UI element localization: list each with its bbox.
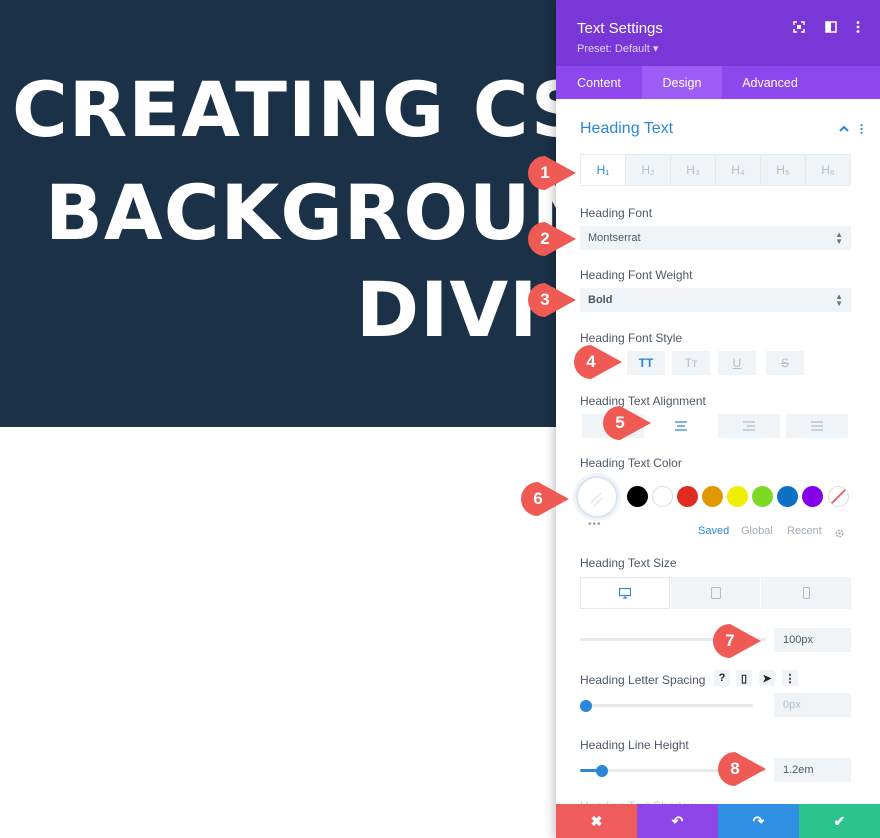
hero-heading-line-1: CREATING CSS <box>12 65 639 154</box>
heading-level-h1[interactable]: H₁ <box>581 155 626 185</box>
line-height-slider-handle[interactable] <box>596 765 608 777</box>
capitalize-button[interactable]: Tт <box>672 351 710 375</box>
more-colors-icon[interactable]: ••• <box>588 519 602 530</box>
color-tab-saved[interactable]: Saved <box>698 525 729 537</box>
heading-level-h2[interactable]: H₂ <box>626 155 671 185</box>
align-justify-button[interactable] <box>786 414 848 438</box>
heading-font-style-label: Heading Font Style <box>580 331 683 345</box>
responsive-icon[interactable]: ▯ <box>736 670 752 686</box>
preset-dropdown[interactable]: Preset: Default ▾ <box>577 42 658 55</box>
device-phone-button[interactable] <box>761 577 851 609</box>
screen: CREATING CSS BACKGROUND DIVI Text Settin… <box>0 0 880 838</box>
letter-spacing-input[interactable]: 0px <box>774 693 851 717</box>
color-swatch-yellow[interactable] <box>727 486 748 507</box>
section-more-icon[interactable] <box>860 123 863 137</box>
color-swatch-green[interactable] <box>752 486 773 507</box>
device-desktop-button[interactable] <box>580 577 670 609</box>
heading-level-h5[interactable]: H₅ <box>761 155 806 185</box>
strikethrough-button[interactable]: S <box>766 351 804 375</box>
color-tab-recent[interactable]: Recent <box>787 525 822 537</box>
hero-heading-line-3: DIVI <box>356 265 539 354</box>
line-height-input[interactable]: 1.2em <box>774 758 851 782</box>
hover-cursor-icon[interactable]: ➤ <box>759 670 775 686</box>
gear-icon[interactable] <box>834 526 845 544</box>
callout-marker-7: 7 <box>713 624 761 658</box>
color-swatch-purple[interactable] <box>802 486 823 507</box>
phone-icon <box>802 587 810 599</box>
option-more-icon[interactable]: ⋮ <box>782 670 798 686</box>
section-title[interactable]: Heading Text <box>580 120 673 138</box>
align-right-icon <box>743 421 755 431</box>
panel-footer: ✖ ↶ ↷ ✔ <box>556 804 880 838</box>
align-center-button[interactable] <box>650 414 712 438</box>
split-view-icon[interactable] <box>823 19 839 35</box>
color-tab-global[interactable]: Global <box>741 525 773 537</box>
more-vertical-icon[interactable] <box>850 19 866 35</box>
callout-marker-4: 4 <box>574 345 622 379</box>
select-arrows-icon: ▲ ▼ <box>835 230 843 246</box>
heading-text-color-label: Heading Text Color <box>580 456 682 470</box>
color-swatch-black[interactable] <box>627 486 648 507</box>
heading-font-weight-select[interactable]: Bold ▲ ▼ <box>580 288 851 312</box>
callout-marker-8: 8 <box>718 752 766 786</box>
undo-button[interactable]: ↶ <box>637 804 718 838</box>
letter-spacing-slider-handle[interactable] <box>580 700 592 712</box>
heading-text-size-label: Heading Text Size <box>580 556 677 570</box>
no-color-icon <box>830 488 847 505</box>
eyedropper-icon <box>590 492 603 507</box>
save-button[interactable]: ✔ <box>799 804 880 838</box>
uppercase-button[interactable]: TT <box>627 351 665 375</box>
help-icon[interactable]: ? <box>714 670 730 686</box>
callout-marker-5: 5 <box>603 406 651 440</box>
align-center-icon <box>675 421 687 431</box>
text-size-input[interactable]: 100px <box>774 628 851 652</box>
panel-title: Text Settings <box>577 20 663 37</box>
heading-letter-spacing-label: Heading Letter Spacing <box>580 673 706 687</box>
tab-content[interactable]: Content <box>556 66 642 99</box>
chevron-up-icon[interactable] <box>839 122 849 136</box>
heading-level-tabs: H₁ H₂ H₃ H₄ H₅ H₆ <box>580 154 851 186</box>
fullscreen-icon[interactable] <box>791 19 807 35</box>
color-swatch-red[interactable] <box>677 486 698 507</box>
device-tablet-button[interactable] <box>671 577 760 609</box>
heading-font-label: Heading Font <box>580 206 653 220</box>
heading-font-weight-value: Bold <box>588 294 613 306</box>
color-swatch-none[interactable] <box>828 486 849 507</box>
select-arrows-icon: ▲ ▼ <box>835 292 843 308</box>
tablet-icon <box>710 587 721 599</box>
tab-design[interactable]: Design <box>642 66 722 99</box>
callout-marker-2: 2 <box>528 222 576 256</box>
panel-header: Text Settings Preset: Default ▾ <box>556 0 880 66</box>
callout-marker-3: 3 <box>528 283 576 317</box>
color-swatch-orange[interactable] <box>702 486 723 507</box>
heading-font-select[interactable]: Montserrat ▲ ▼ <box>580 226 851 250</box>
letter-spacing-slider[interactable] <box>580 704 753 707</box>
current-color-picker[interactable] <box>576 476 618 518</box>
align-justify-icon <box>811 421 823 431</box>
callout-marker-6: 6 <box>521 482 569 516</box>
redo-button[interactable]: ↷ <box>718 804 799 838</box>
tab-advanced[interactable]: Advanced <box>722 66 818 99</box>
cancel-button[interactable]: ✖ <box>556 804 637 838</box>
color-swatch-blue[interactable] <box>777 486 798 507</box>
heading-line-height-label: Heading Line Height <box>580 738 689 752</box>
desktop-icon <box>619 587 631 599</box>
heading-font-weight-label: Heading Font Weight <box>580 268 693 282</box>
heading-level-h3[interactable]: H₃ <box>671 155 716 185</box>
color-swatch-white[interactable] <box>652 486 673 507</box>
underline-button[interactable]: U <box>718 351 756 375</box>
heading-level-h4[interactable]: H₄ <box>716 155 761 185</box>
heading-font-value: Montserrat <box>588 232 641 244</box>
align-right-button[interactable] <box>718 414 780 438</box>
settings-tabs: Content Design Advanced <box>556 66 880 99</box>
heading-level-h6[interactable]: H₆ <box>806 155 850 185</box>
callout-marker-1: 1 <box>528 156 576 190</box>
